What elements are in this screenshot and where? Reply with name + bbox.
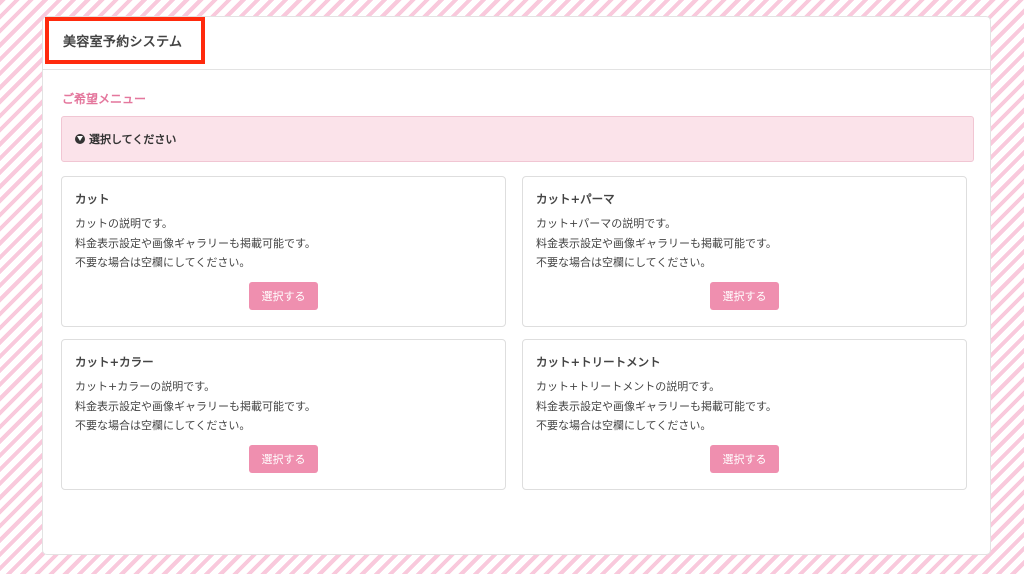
title-highlight-box: 美容室予約システム [45, 17, 205, 64]
menu-card-description: カット+カラーの説明です。 料金表示設定や画像ギャラリーも掲載可能です。 不要な… [75, 377, 316, 436]
desc-line: カット+トリートメントの説明です。 [536, 380, 721, 393]
desc-line: 不要な場合は空欄にしてください。 [75, 256, 251, 269]
circle-arrow-down-icon [75, 134, 85, 144]
desc-line: カットの説明です。 [75, 217, 173, 230]
page-title: 美容室予約システム [63, 35, 183, 50]
desc-line: 不要な場合は空欄にしてください。 [75, 419, 251, 432]
select-cut-treatment-button[interactable]: 選択する [710, 445, 779, 473]
menu-card-cut: カット カットの説明です。 料金表示設定や画像ギャラリーも掲載可能です。 不要な… [61, 176, 506, 327]
desc-line: 料金表示設定や画像ギャラリーも掲載可能です。 [536, 399, 777, 413]
desc-line: カット+カラーの説明です。 [75, 380, 216, 393]
desc-line: 料金表示設定や画像ギャラリーも掲載可能です。 [75, 236, 316, 250]
menu-card-cut-perm: カット+パーマ カット+パーマの説明です。 料金表示設定や画像ギャラリーも掲載可… [522, 176, 967, 327]
menu-section-label: ご希望メニュー [62, 92, 147, 106]
menu-card-title: カット+パーマ [536, 192, 615, 206]
menu-card-title: カット+カラー [75, 355, 154, 369]
menu-card-title: カット [75, 192, 110, 206]
select-cut-button[interactable]: 選択する [249, 282, 318, 310]
menu-card-cut-treatment: カット+トリートメント カット+トリートメントの説明です。 料金表示設定や画像ギ… [522, 339, 967, 490]
menu-card-description: カット+トリートメントの説明です。 料金表示設定や画像ギャラリーも掲載可能です。… [536, 377, 777, 436]
menu-card-description: カット+パーマの説明です。 料金表示設定や画像ギャラリーも掲載可能です。 不要な… [536, 214, 777, 273]
select-cut-perm-button[interactable]: 選択する [710, 282, 779, 310]
desc-line: 料金表示設定や画像ギャラリーも掲載可能です。 [75, 399, 316, 413]
desc-line: 不要な場合は空欄にしてください。 [536, 256, 712, 269]
menu-card-description: カットの説明です。 料金表示設定や画像ギャラリーも掲載可能です。 不要な場合は空… [75, 214, 316, 273]
select-prompt: 選択してください [89, 133, 177, 146]
menu-select-toggle[interactable]: 選択してください [61, 116, 974, 162]
menu-card-cut-color: カット+カラー カット+カラーの説明です。 料金表示設定や画像ギャラリーも掲載可… [61, 339, 506, 490]
desc-line: 不要な場合は空欄にしてください。 [536, 419, 712, 432]
menu-card-title: カット+トリートメント [536, 355, 661, 369]
desc-line: 料金表示設定や画像ギャラリーも掲載可能です。 [536, 236, 777, 250]
booking-panel: 美容室予約システム ご希望メニュー 選択してください カット カットの説明です。… [42, 16, 991, 555]
select-cut-color-button[interactable]: 選択する [249, 445, 318, 473]
desc-line: カット+パーマの説明です。 [536, 217, 677, 230]
panel-header: 美容室予約システム [43, 17, 990, 70]
